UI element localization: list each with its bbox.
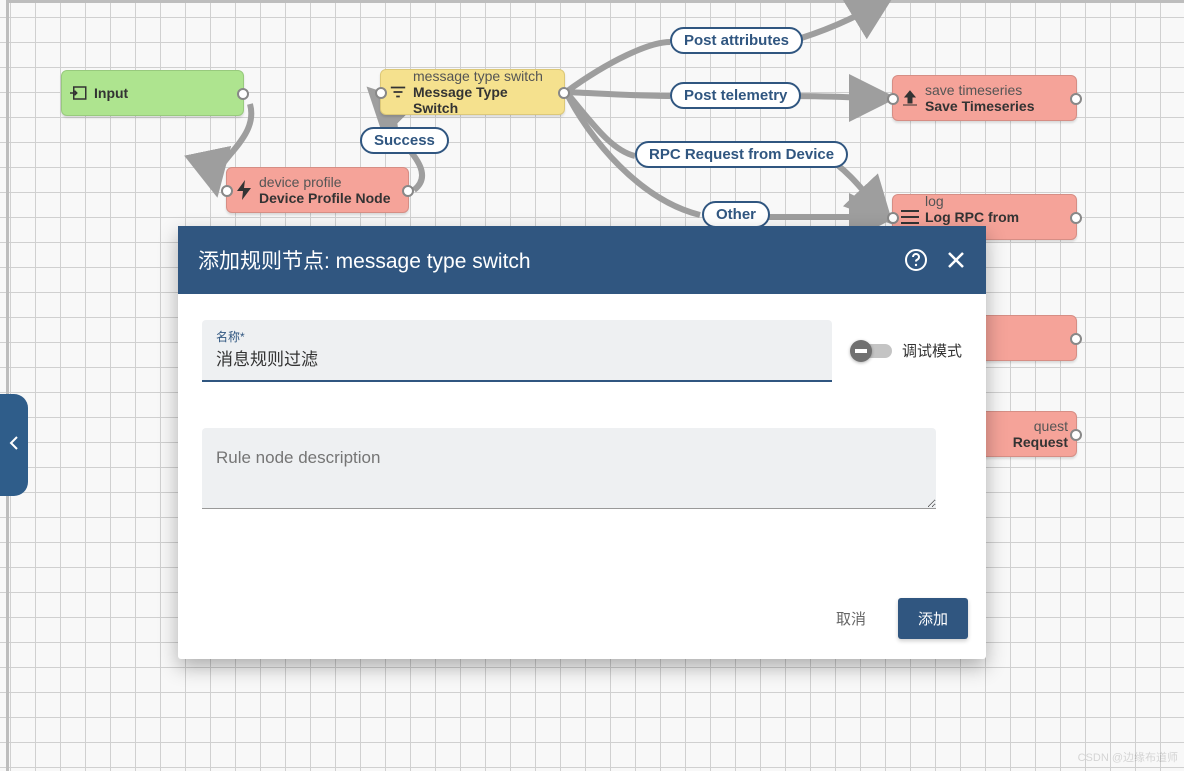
watermark: CSDN @边缘布道师 — [1078, 749, 1178, 765]
name-input[interactable] — [216, 345, 818, 367]
close-icon — [946, 250, 966, 270]
modal-footer: 取消 添加 — [178, 582, 986, 659]
add-button[interactable]: 添加 — [898, 598, 968, 639]
add-rule-node-modal: 添加规则节点: message type switch 名称* — [178, 226, 986, 659]
description-textarea[interactable] — [202, 428, 936, 509]
minus-icon — [855, 349, 867, 353]
rule-chain-canvas[interactable]: Input message type switch Message Type S… — [0, 0, 1184, 771]
debug-mode-label: 调试模式 — [902, 340, 962, 361]
close-button[interactable] — [946, 250, 966, 270]
modal-title: 添加规则节点: message type switch — [198, 245, 531, 275]
cancel-button[interactable]: 取消 — [818, 598, 884, 639]
name-field-label: 名称* — [216, 328, 818, 345]
name-field[interactable]: 名称* — [202, 320, 832, 382]
help-circle-icon — [904, 248, 928, 272]
toggle-knob — [850, 340, 872, 362]
help-button[interactable] — [904, 248, 928, 272]
modal-header: 添加规则节点: message type switch — [178, 226, 986, 294]
debug-mode-toggle[interactable] — [852, 344, 892, 358]
modal-body: 名称* 调试模式 — [178, 294, 986, 524]
